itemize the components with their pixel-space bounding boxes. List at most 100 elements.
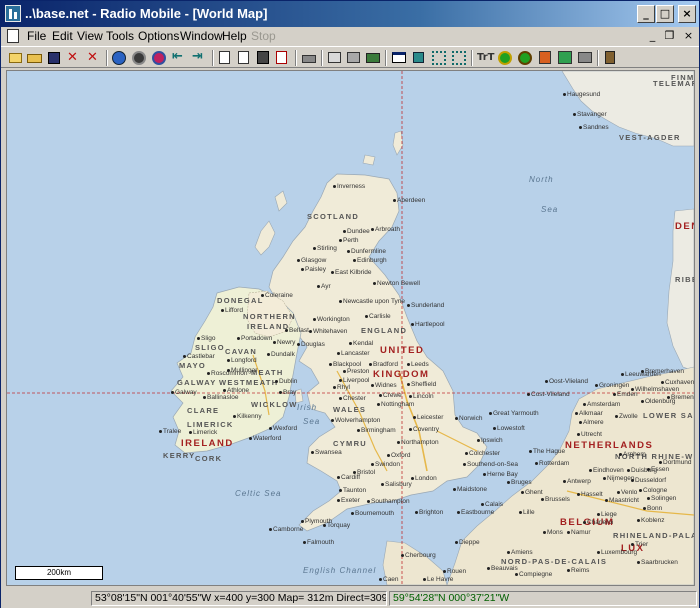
document-icon[interactable] [7,29,19,43]
find-icon[interactable] [411,50,427,65]
place-label: Herne Bay [483,471,518,478]
world-map-view[interactable]: North Sea Irish Sea Celtic Sea English C… [6,70,695,586]
place-label: Oost-Vlieland [545,378,588,385]
place-label: Coventry [409,426,439,433]
elevation-grid-icon[interactable] [365,50,381,65]
place-label: Northampton [397,439,439,446]
map-scale-bar: 200km [15,566,103,580]
place-label: Hasselt [577,491,603,498]
region-label-donegal: DONEGAL [217,296,264,305]
window-icon[interactable] [391,50,407,65]
mdi-close-button[interactable]: × [681,29,696,43]
place-label: Castlebar [183,353,215,360]
region-label-clare: CLARE [187,406,220,415]
place-label: Swansea [311,449,342,456]
place-label: Arbroath [371,226,400,233]
place-label: Salisbury [381,481,412,488]
globe-icon[interactable] [111,50,127,65]
place-label: The Hague [529,448,565,455]
merge-pictures-icon[interactable] [236,50,252,65]
minimize-button[interactable]: _ [637,5,655,23]
place-label: Ayr [317,283,331,290]
save-icon[interactable] [46,50,62,65]
route-icon[interactable] [537,50,553,65]
place-label: Colchester [465,450,500,457]
polar-plot-icon[interactable] [497,50,513,65]
place-label: Stavanger [573,111,607,118]
place-label: Paisley [301,266,326,273]
menu-file[interactable]: File [27,29,46,43]
place-label: Cost-Vlieland [527,391,570,398]
place-label: Bray [279,389,296,396]
place-label: East Kilbride [331,269,372,276]
place-label: Waterford [249,435,281,442]
save-picture-icon[interactable] [255,50,271,65]
place-label: Le Havre [423,576,453,583]
place-label: Sheffield [407,381,436,388]
place-label: Dusseldorf [631,477,666,484]
mdi-restore-button[interactable]: ❐ [662,29,677,43]
place-label: Dublin [275,378,297,385]
place-label: Lowestoft [493,425,525,432]
place-label: Newcastle upon Tyne [339,298,405,305]
fresnel-icon[interactable] [557,50,573,65]
close-button[interactable]: × [678,5,696,23]
place-label: Lifford [221,307,243,314]
unit-properties-icon[interactable] [131,50,147,65]
region-label-kerry: KERRY [163,451,196,460]
place-label: Zwolle [615,413,638,420]
select-area-icon[interactable] [431,50,447,65]
menu-options[interactable]: Options [138,29,179,43]
menu-tools[interactable]: Tools [106,29,134,43]
region-label-galway: GALWAY [177,378,217,387]
network-properties-icon[interactable] [151,50,167,65]
menu-view[interactable]: View [77,29,103,43]
network-delete-icon[interactable]: ✕ [65,50,81,65]
place-label: Namur [567,529,591,536]
place-label: Almere [579,419,604,426]
place-label: Athlone [223,387,249,394]
menu-window[interactable]: Window [180,29,223,43]
title-bar[interactable]: ..\base.net - Radio Mobile - [World Map]… [1,1,699,27]
place-label: Ghent [521,489,543,496]
open-icon[interactable] [27,50,43,65]
new-map-icon[interactable] [8,50,24,65]
print-icon[interactable] [301,50,317,65]
map-canvas[interactable] [7,71,694,585]
radio-mobile-app-icon[interactable] [5,5,21,22]
visual-icon[interactable] [577,50,593,65]
region-label-cavan: CAVAN [225,347,258,356]
status-cursor-coordinates: 59°54'28"N 000°37'21"W [389,591,697,606]
coverage-icon[interactable] [517,50,533,65]
place-label: Brussels [541,496,570,503]
country-label-netherlands: NETHERLANDS [565,440,654,451]
place-label: Galway [171,389,197,396]
mdi-minimize-button[interactable]: _ [645,29,660,43]
export-pdf-icon[interactable] [274,50,290,65]
menu-edit[interactable]: Edit [52,29,73,43]
radio-link-icon[interactable]: TrT [477,50,494,65]
toolbar-separator [597,50,599,66]
copy-icon[interactable] [327,50,343,65]
window-title: ..\base.net - Radio Mobile - [World Map] [25,6,268,21]
place-label: Kilkenny [233,413,262,420]
place-label: Luxembourg [597,549,637,556]
arrow-right-icon[interactable]: ⇥ [191,50,207,65]
arrow-left-icon[interactable]: ⇤ [171,50,187,65]
paste-icon[interactable] [346,50,362,65]
place-label: Leicester [413,414,443,421]
place-label: Nijmegen [603,475,634,482]
map-properties-icon[interactable] [217,50,233,65]
place-label: Crewe [379,392,402,399]
place-label: Ipswich [477,437,503,444]
place-label: Norwich [455,415,482,422]
select-region-icon[interactable] [451,50,467,65]
network-add-icon[interactable]: ✕ [85,50,101,65]
place-label: Wexford [269,425,297,432]
place-label: Torquay [323,522,350,529]
book-icon[interactable] [602,50,618,65]
menu-help[interactable]: Help [222,29,247,43]
menu-stop[interactable]: Stop [251,29,276,43]
place-label: Maidstone [453,486,487,493]
maximize-button[interactable]: □ [656,5,674,23]
